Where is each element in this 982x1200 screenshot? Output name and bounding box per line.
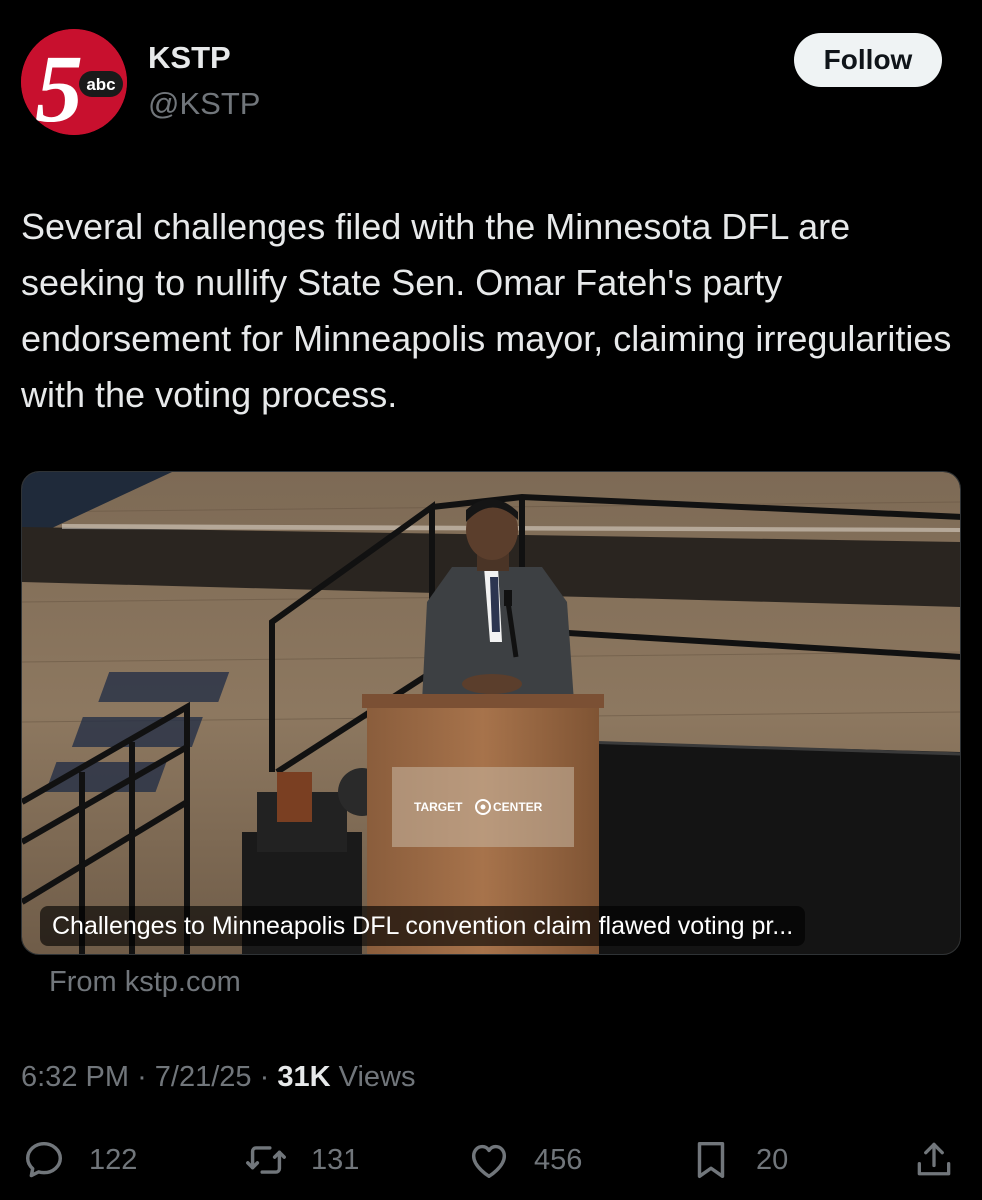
timestamp-time[interactable]: 6:32 PM <box>21 1061 129 1093</box>
kstp-logo-icon: 5 abc <box>21 29 127 135</box>
link-card-title: Challenges to Minneapolis DFL convention… <box>40 906 806 946</box>
avatar[interactable]: 5 abc <box>21 29 127 135</box>
podium-sign-left: TARGET <box>414 800 463 814</box>
repost-button[interactable]: 131 <box>243 1136 359 1184</box>
heart-icon <box>471 1144 507 1179</box>
media-photo: TARGET CENTER <box>22 472 960 954</box>
reply-count: 122 <box>89 1143 138 1176</box>
follow-button[interactable]: Follow <box>794 33 942 87</box>
avatar-abc: abc <box>86 75 115 94</box>
timestamp-date[interactable]: 7/21/25 <box>155 1061 252 1093</box>
separator: · <box>259 1061 270 1093</box>
bookmark-button[interactable]: 20 <box>688 1136 788 1184</box>
reply-button[interactable]: 122 <box>21 1136 137 1184</box>
link-card-media[interactable]: TARGET CENTER Challenges to Minneapolis … <box>21 471 961 955</box>
like-button[interactable]: 456 <box>466 1136 582 1184</box>
tweet-meta: 6:32 PM · 7/21/25 · 31K Views <box>21 1061 415 1094</box>
display-name[interactable]: KSTP <box>148 40 231 76</box>
podium-sign-right: CENTER <box>493 800 543 814</box>
repost-icon <box>246 1146 286 1174</box>
reply-icon <box>25 1141 63 1178</box>
views-count: 31K <box>277 1061 331 1093</box>
link-source[interactable]: From kstp.com <box>49 966 241 999</box>
avatar-number: 5 <box>35 35 83 135</box>
bookmark-icon <box>697 1141 725 1179</box>
separator: · <box>137 1061 147 1093</box>
bookmark-count: 20 <box>756 1143 789 1176</box>
tweet-text: Several challenges filed with the Minnes… <box>21 206 952 415</box>
views-label: Views <box>338 1061 416 1093</box>
handle[interactable]: @KSTP <box>148 86 260 122</box>
repost-count: 131 <box>311 1143 360 1176</box>
like-count: 456 <box>534 1143 583 1176</box>
share-icon[interactable] <box>912 1138 956 1182</box>
